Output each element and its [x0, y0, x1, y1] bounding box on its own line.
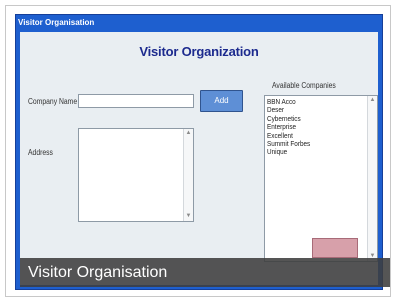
- partially-hidden-button[interactable]: [312, 238, 358, 258]
- arrow-up-icon[interactable]: ▲: [368, 96, 377, 105]
- available-companies-label: Available Companies: [272, 81, 336, 90]
- list-item[interactable]: Unique: [267, 148, 361, 157]
- form-heading: Visitor Organization: [139, 44, 259, 59]
- available-companies-list[interactable]: BBN Acco Deser Cybernetics Enterprise Ex…: [264, 95, 378, 262]
- address-textarea[interactable]: ▲ ▼: [78, 128, 194, 222]
- window-title: Visitor Organisation: [18, 18, 95, 27]
- address-scrollbar[interactable]: ▲ ▼: [183, 129, 193, 221]
- arrow-down-icon[interactable]: ▼: [184, 212, 193, 221]
- company-name-label: Company Name: [28, 97, 78, 106]
- add-button[interactable]: Add: [200, 90, 243, 112]
- address-label: Address: [28, 148, 53, 157]
- arrow-up-icon[interactable]: ▲: [184, 129, 193, 138]
- caption-overlay: Visitor Organisation: [20, 258, 390, 287]
- companies-scrollbar[interactable]: ▲ ▼: [367, 96, 377, 261]
- company-name-input[interactable]: [78, 94, 194, 108]
